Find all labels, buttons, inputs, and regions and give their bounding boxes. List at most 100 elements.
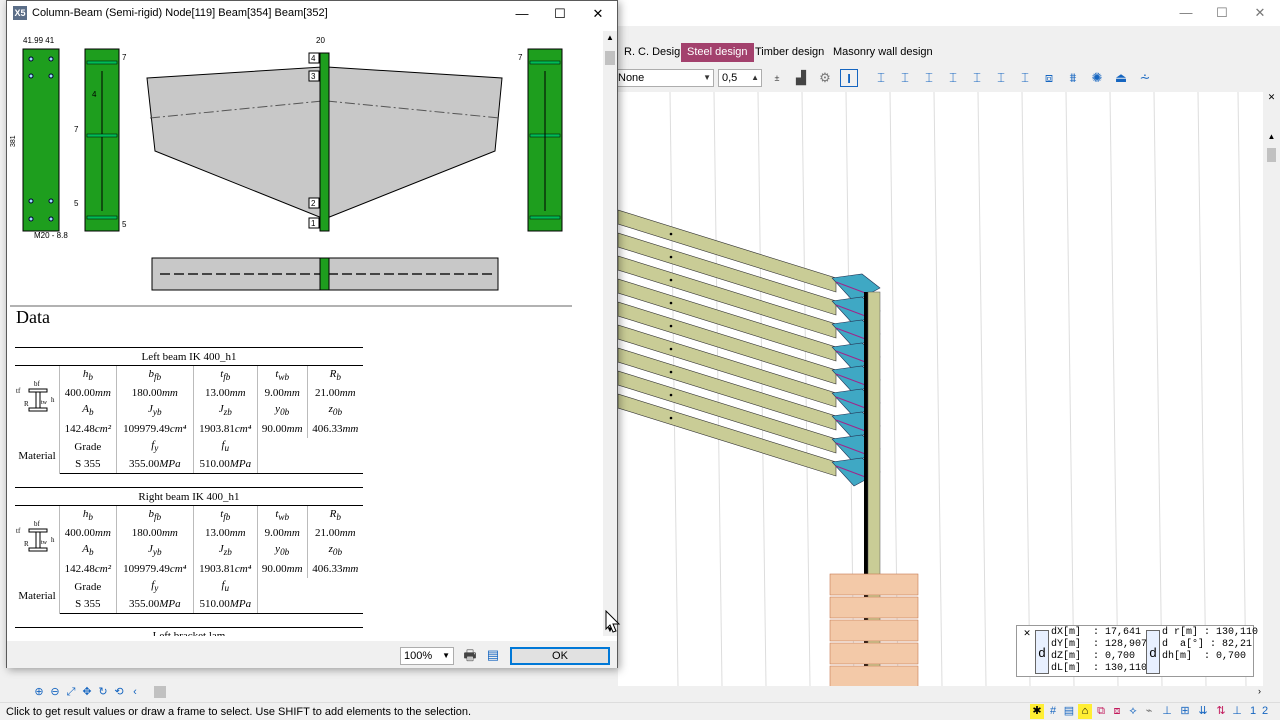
- dialog-close-button[interactable]: ✕: [583, 4, 613, 24]
- right-ab-value: 142.48: [64, 562, 95, 575]
- report-icon[interactable]: ▤: [484, 646, 502, 664]
- dialog-minimize-button[interactable]: —: [507, 4, 537, 24]
- beam-group: [618, 209, 881, 487]
- weld-label-2: 4: [92, 90, 97, 99]
- layers-icon[interactable]: ⧉: [1094, 704, 1108, 719]
- connection-drawing: 41.99 41 381 M20 - 8.8 7 4 7 5 5 20 4 3: [10, 31, 572, 307]
- left-jyb-value: 109979.49: [123, 422, 170, 435]
- beam-node-dot: [669, 278, 673, 282]
- link-icon[interactable]: ⌁: [1142, 704, 1156, 719]
- scroll-up-icon[interactable]: ▲: [1263, 132, 1280, 146]
- canvas-vertical-scrollbar[interactable]: ✕ ▲: [1263, 92, 1280, 686]
- design-check-icon-4[interactable]: ⌶: [944, 69, 962, 87]
- main-maximize-button[interactable]: ☐: [1208, 4, 1236, 22]
- left-fy-value: 355.00: [128, 458, 160, 471]
- zoom-out-icon[interactable]: ⊖: [48, 685, 62, 700]
- gear-icon[interactable]: ⚙: [816, 69, 834, 87]
- coord-d-button-left[interactable]: d: [1035, 630, 1049, 674]
- ratio-stepper[interactable]: 0,5 ▲: [718, 69, 762, 87]
- canvas-horizontal-scrollbar[interactable]: ›: [618, 686, 1263, 701]
- tab-masonry-wall-design[interactable]: Masonry wall design: [827, 43, 939, 62]
- beam-node-dot: [669, 416, 673, 420]
- dialog-title-bar[interactable]: X5 Column-Beam (Semi-rigid) Node[119] Be…: [7, 1, 617, 27]
- zoom-fit-icon[interactable]: ⤢: [64, 685, 78, 700]
- main-title-bar: — ☐ ✕: [618, 0, 1280, 26]
- coord-dh: dh[m] : 0,700: [1162, 651, 1247, 662]
- tab-steel-design[interactable]: Steel design: [681, 43, 754, 62]
- i-beam-icon[interactable]: I: [840, 69, 858, 87]
- svg-text:bf: bf: [34, 380, 41, 388]
- canvas-scroll-thumb[interactable]: [1267, 148, 1276, 162]
- printer-icon[interactable]: 🖶: [461, 646, 479, 664]
- svg-text:R: R: [24, 400, 29, 408]
- svg-text:tf: tf: [16, 527, 21, 535]
- tab-timber-design[interactable]: Timber design: [749, 43, 830, 62]
- left-ab-value: 142.48: [64, 422, 95, 435]
- weld-label-6: 7: [518, 53, 523, 62]
- result-component-select[interactable]: None ▼: [614, 69, 714, 87]
- column-elevation: [319, 52, 330, 232]
- horizontal-scroll-thumb[interactable]: [154, 686, 166, 698]
- design-check-icon-6[interactable]: ⌶: [992, 69, 1010, 87]
- dialog-scroll-up-icon[interactable]: ▲: [603, 33, 617, 42]
- dialog-scroll-thumb[interactable]: [605, 51, 615, 65]
- pan-icon[interactable]: ✥: [80, 685, 94, 700]
- left-beam-table: Left beam IK 400_h1 bf tf h tw R hb bfb …: [15, 347, 363, 474]
- design-check-icon-5[interactable]: ⌶: [968, 69, 986, 87]
- connect-icon[interactable]: ⟡: [1126, 704, 1140, 719]
- footing-icon[interactable]: ⏏: [1112, 69, 1130, 87]
- beam-node-dot: [669, 347, 673, 351]
- dialog-maximize-button[interactable]: ☐: [545, 4, 575, 24]
- node-label-2: 2: [311, 199, 316, 208]
- section-icon[interactable]: ▟: [792, 69, 810, 87]
- ortho-icon[interactable]: ▤: [1062, 704, 1076, 719]
- snap-cursor-icon[interactable]: ✱: [1030, 704, 1044, 719]
- design-check-icon-1[interactable]: ⌶: [872, 69, 890, 87]
- node-label-4: 4: [311, 54, 316, 63]
- right-fu-value: 510.00: [199, 598, 230, 611]
- ok-button[interactable]: OK: [510, 647, 610, 665]
- axisvm-logo: X5: [13, 6, 27, 20]
- zoom-in-icon[interactable]: ⊕: [32, 685, 46, 700]
- scroll-right-icon[interactable]: ›: [1258, 686, 1261, 696]
- coord-close-icon[interactable]: ✕: [1021, 628, 1033, 640]
- zoom-select[interactable]: 100% ▼: [400, 647, 454, 665]
- coord-left-column: dX[m] : 17,641 dY[m] : 128,907 dZ[m] : 0…: [1051, 627, 1147, 675]
- number-two-icon[interactable]: 2: [1258, 704, 1272, 719]
- beam-node-dot: [669, 255, 673, 259]
- arrows-down-icon[interactable]: ⇊: [1196, 704, 1210, 719]
- main-close-button[interactable]: ✕: [1246, 4, 1274, 22]
- scroll-left-icon[interactable]: ‹: [128, 685, 142, 700]
- select-filter-icon[interactable]: ⧈: [1110, 704, 1124, 719]
- table-icon[interactable]: ⊞: [1178, 704, 1192, 719]
- grid-icon[interactable]: #: [1046, 704, 1060, 719]
- right-grade-label: Grade: [59, 577, 117, 596]
- dialog-report-area: 41.99 41 381 M20 - 8.8 7 4 7 5 5 20 4 3: [10, 31, 602, 636]
- snap-node-icon[interactable]: ⌂: [1078, 704, 1092, 719]
- left-grade-value: S 355: [59, 455, 117, 474]
- design-check-icon-3[interactable]: ⌶: [920, 69, 938, 87]
- main-minimize-button[interactable]: —: [1172, 4, 1200, 22]
- dialog-vertical-scrollbar[interactable]: ▲ ▼: [603, 31, 617, 636]
- weld-label-4: 5: [74, 199, 79, 208]
- measure-icon[interactable]: ⊥: [1160, 704, 1174, 719]
- supports-icon[interactable]: ⇅: [1214, 704, 1228, 719]
- design-check-icon-2[interactable]: ⌶: [896, 69, 914, 87]
- svg-text:tw: tw: [41, 400, 48, 406]
- base-plate-icon[interactable]: ✺: [1088, 69, 1106, 87]
- section-icon: bf tf h tw R: [15, 505, 60, 578]
- left-z0b-value: 406.33: [312, 422, 343, 435]
- design-check-icon-7[interactable]: ⌶: [1016, 69, 1034, 87]
- min-max-icon[interactable]: ±: [768, 69, 786, 87]
- right-twb-value: 9.00: [264, 526, 284, 539]
- model-view-canvas[interactable]: [618, 92, 1263, 686]
- zoom-previous-icon[interactable]: ⟲: [112, 685, 126, 700]
- weld-icon[interactable]: ⩪: [1136, 69, 1154, 87]
- connection-icon[interactable]: ⧈: [1040, 69, 1058, 87]
- left-bfb-value: 180.00: [131, 386, 162, 399]
- scroll-close-icon[interactable]: ✕: [1263, 92, 1280, 106]
- coord-d-button-right[interactable]: d: [1146, 630, 1160, 674]
- bolted-joint-icon[interactable]: ⩩: [1064, 69, 1082, 87]
- rotate-icon[interactable]: ↻: [96, 685, 110, 700]
- axes-icon[interactable]: ⊥: [1230, 704, 1244, 719]
